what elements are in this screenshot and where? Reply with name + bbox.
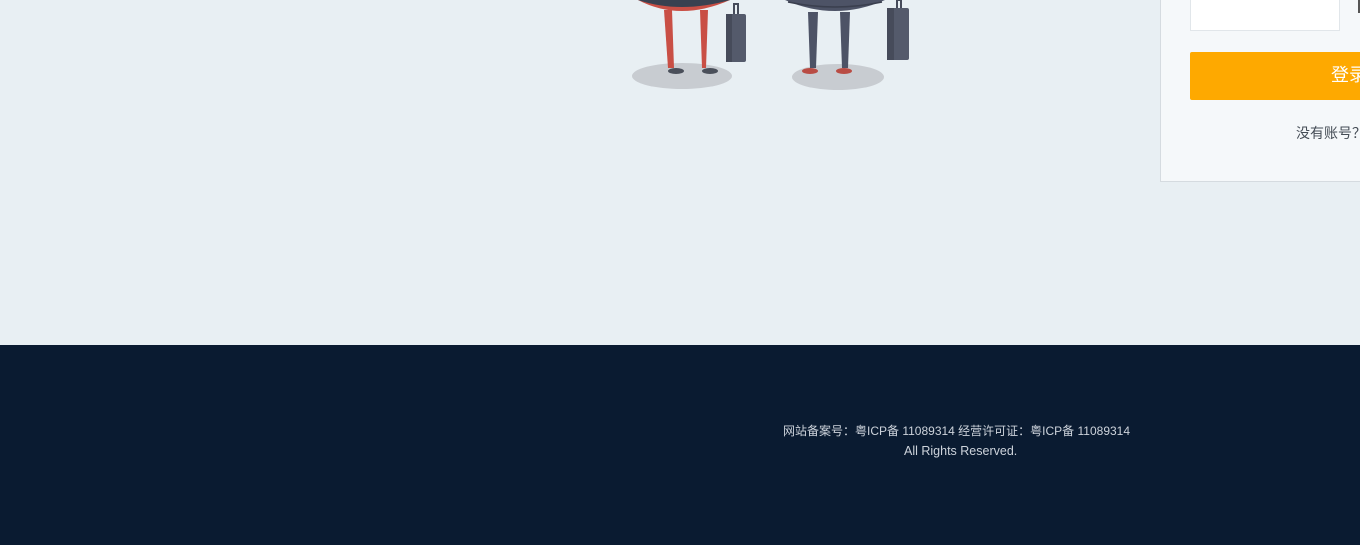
icp-record-text: 网站备案号：粤ICP备 11089314 经营许可证：粤ICP备 1108931… bbox=[783, 424, 1131, 438]
footer: 网站备案号：粤ICP备 11089314 经营许可证：粤ICP备 1108931… bbox=[0, 345, 1360, 545]
register-link[interactable]: 没有账号？ bbox=[1296, 123, 1360, 143]
login-panel: 登录 没有账号？ bbox=[1160, 0, 1360, 182]
copyright-text: All Rights Reserved. bbox=[904, 444, 1018, 458]
travelers-illustration bbox=[632, 0, 909, 90]
login-button[interactable]: 登录 bbox=[1190, 52, 1360, 100]
shadow-right bbox=[792, 64, 884, 90]
login-page: 登录 没有账号？ 网站备案号：粤ICP备 11089314 经营许可证：粤ICP… bbox=[0, 0, 1360, 545]
password-input[interactable] bbox=[1190, 0, 1340, 31]
shadow-left bbox=[632, 63, 732, 89]
